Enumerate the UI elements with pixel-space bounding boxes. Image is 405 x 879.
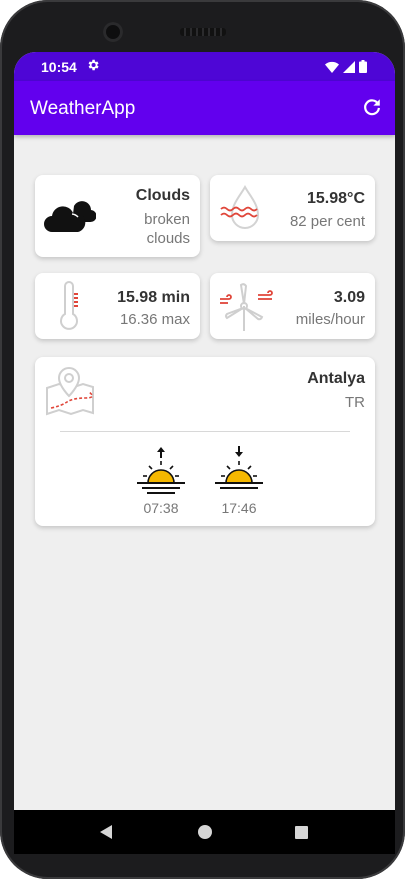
wind-speed-unit: miles/hour <box>295 311 365 328</box>
humidity-card: 15.98°C 82 per cent <box>210 175 375 241</box>
status-icons <box>325 60 367 73</box>
signal-icon <box>343 60 355 73</box>
screen: 10:54 WeatherApp Clouds broken clouds 15… <box>14 52 395 810</box>
temperature-range-card: 15.98 min 16.36 max <box>35 273 200 339</box>
system-nav-bar <box>14 810 395 854</box>
status-bar: 10:54 <box>14 52 395 81</box>
map-location-icon <box>46 366 94 416</box>
phone-frame: 10:54 WeatherApp Clouds broken clouds 15… <box>0 0 405 879</box>
front-camera <box>103 22 123 42</box>
wifi-icon <box>325 61 339 73</box>
location-city: Antalya <box>307 370 365 387</box>
humidity-value: 82 per cent <box>289 213 365 230</box>
location-country: TR <box>345 394 365 411</box>
wind-turbine-icon <box>220 283 273 331</box>
humidity-drop-icon <box>220 184 260 229</box>
recent-apps-icon[interactable] <box>295 826 308 839</box>
cloud-icon <box>44 201 96 232</box>
status-time: 10:54 <box>41 59 77 75</box>
current-temperature: 15.98°C <box>307 190 365 207</box>
condition-description: broken clouds <box>144 211 190 247</box>
location-card: Antalya TR 07:38 17:46 <box>35 357 375 526</box>
home-icon[interactable] <box>198 825 212 839</box>
sunset-time: 17:46 <box>221 500 257 516</box>
battery-icon <box>359 60 367 73</box>
phone-top-bezel <box>0 0 405 52</box>
refresh-icon[interactable] <box>361 96 383 118</box>
location-divider <box>60 431 350 432</box>
back-icon[interactable] <box>100 825 112 839</box>
sunrise-time: 07:38 <box>143 500 179 516</box>
condition-main: Clouds <box>135 187 190 204</box>
app-bar: WeatherApp <box>14 81 395 135</box>
wind-speed: 3.09 <box>333 289 365 306</box>
sunset-icon <box>215 446 263 489</box>
temperature-max: 16.36 max <box>119 311 190 328</box>
wind-card: 3.09 miles/hour <box>210 273 375 339</box>
temperature-min: 15.98 min <box>117 289 190 306</box>
earpiece-speaker <box>180 28 226 36</box>
thermometer-icon <box>60 281 78 330</box>
settings-gear-icon <box>88 59 99 71</box>
weather-condition-card: Clouds broken clouds <box>35 175 200 257</box>
sunrise-icon <box>137 447 185 494</box>
app-title: WeatherApp <box>30 98 136 119</box>
